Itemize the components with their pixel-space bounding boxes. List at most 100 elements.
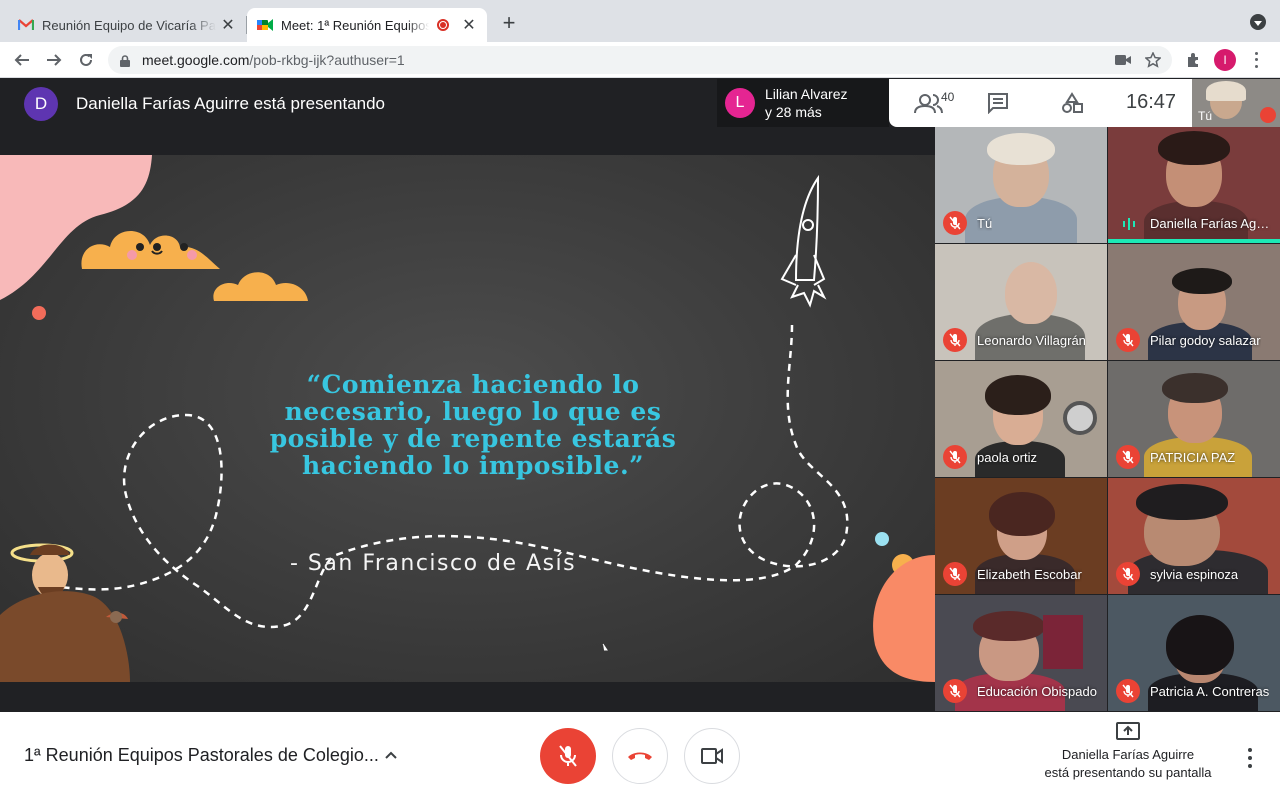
self-preview-label: Tú xyxy=(1198,109,1213,123)
participant-video-hair xyxy=(1136,484,1228,520)
url-path: /pob-rkbg-ijk?authuser=1 xyxy=(249,52,405,68)
presenting-status-line2: está presentando su pantalla xyxy=(1044,765,1212,780)
participants-preview[interactable]: L Lilian Alvarez y 28 más xyxy=(717,79,889,127)
participant-name: Educación Obispado xyxy=(977,684,1097,699)
mic-off-icon xyxy=(1260,107,1276,123)
tab-gmail[interactable]: Reunión Equipo de Vicaría Pastoral ✕ xyxy=(8,8,246,42)
participant-video-hair xyxy=(989,492,1055,536)
participant-video-hair xyxy=(1166,615,1234,675)
extensions-icon[interactable] xyxy=(1184,50,1204,70)
participant-name: Leonardo Villagrán xyxy=(977,333,1086,348)
camera-icon xyxy=(701,748,723,764)
cloud-icon xyxy=(81,230,220,269)
participants-preview-line2: y 28 más xyxy=(765,104,822,120)
participant-tile[interactable]: Educación Obispado xyxy=(935,595,1107,711)
self-preview-hair xyxy=(1206,81,1246,101)
meeting-clock: 16:47 xyxy=(1126,91,1177,113)
rocket-icon xyxy=(780,174,827,308)
tab-search-icon[interactable] xyxy=(1250,14,1266,30)
participant-count: 40 xyxy=(941,90,955,104)
slide-author: - San Francisco de Asís xyxy=(290,551,577,576)
bookmark-star-icon[interactable] xyxy=(1144,51,1162,69)
participant-name: paola ortiz xyxy=(977,450,1037,465)
browser-tabstrip: Reunión Equipo de Vicaría Pastoral ✕ Mee… xyxy=(0,0,1280,42)
mic-off-icon xyxy=(943,679,967,703)
participant-video-hair xyxy=(985,375,1051,415)
end-call-button[interactable] xyxy=(612,728,668,784)
mic-off-icon xyxy=(1116,562,1140,586)
mic-off-icon xyxy=(1116,679,1140,703)
mic-off-icon xyxy=(559,745,577,767)
url-text: meet.google.com/pob-rkbg-ijk?authuser=1 xyxy=(142,52,405,68)
meeting-title[interactable]: 1ª Reunión Equipos Pastorales de Colegio… xyxy=(24,745,379,766)
participant-name: PATRICIA PAZ xyxy=(1150,450,1236,465)
meeting-bottom-bar: 1ª Reunión Equipos Pastorales de Colegio… xyxy=(0,712,1280,800)
participants-preview-line1: Lilian Alvarez xyxy=(765,86,848,102)
present-screen-icon xyxy=(1116,722,1140,740)
camera-in-use-icon[interactable] xyxy=(1114,51,1132,69)
cloud-icon xyxy=(213,272,308,301)
participant-tile[interactable]: sylvia espinoza xyxy=(1108,478,1280,594)
wall-clock-background xyxy=(1063,401,1097,435)
tab-title: Meet: 1ª Reunión Equipos Pastorales xyxy=(281,17,429,33)
participant-name: Daniella Farías Aguirre xyxy=(1150,216,1275,231)
participant-tile[interactable]: Tú xyxy=(935,127,1107,243)
active-speaker-bar xyxy=(1108,239,1280,243)
presenter-text: Daniella Farías Aguirre está presentando xyxy=(76,94,386,113)
speaking-indicator-icon xyxy=(1122,217,1136,231)
slide-quote: “Comienza haciendo lo necesario, luego l… xyxy=(269,370,677,480)
mic-off-icon xyxy=(1116,445,1140,469)
address-bar[interactable]: meet.google.com/pob-rkbg-ijk?authuser=1 xyxy=(108,46,1172,74)
participant-tile[interactable]: PATRICIA PAZ xyxy=(1108,361,1280,477)
participant-name: Elizabeth Escobar xyxy=(977,567,1082,582)
people-button[interactable]: 40 xyxy=(913,90,955,115)
participant-name: Pilar godoy salazar xyxy=(1150,333,1261,348)
lock-icon[interactable] xyxy=(120,54,130,67)
participant-tile[interactable]: Patricia A. Contreras xyxy=(1108,595,1280,711)
recording-icon xyxy=(437,19,449,31)
more-options-icon[interactable] xyxy=(1246,748,1254,768)
hang-up-icon xyxy=(628,752,652,760)
camera-toggle-button[interactable] xyxy=(684,728,740,784)
chat-icon[interactable] xyxy=(987,91,1009,115)
browser-menu-icon[interactable] xyxy=(1252,50,1260,70)
participant-name: Tú xyxy=(977,216,993,231)
gmail-icon xyxy=(18,17,34,33)
tab-title: Reunión Equipo de Vicaría Pastoral xyxy=(42,17,216,33)
participant-tile[interactable]: Elizabeth Escobar xyxy=(935,478,1107,594)
presenter-avatar: D xyxy=(24,87,58,121)
participant-tile[interactable]: Leonardo Villagrán xyxy=(935,244,1107,360)
close-tab-icon[interactable]: ✕ xyxy=(220,15,236,35)
mic-off-icon xyxy=(1116,328,1140,352)
browser-toolbar: meet.google.com/pob-rkbg-ijk?authuser=1 … xyxy=(0,42,1280,78)
mic-off-icon xyxy=(943,445,967,469)
mic-off-icon xyxy=(943,328,967,352)
wall-picture-background xyxy=(1043,615,1083,669)
mic-off-icon xyxy=(943,562,967,586)
activities-icon[interactable] xyxy=(1061,91,1083,115)
participant-video-face xyxy=(1005,262,1057,324)
back-button[interactable] xyxy=(10,48,34,72)
participant-tile[interactable]: Daniella Farías Aguirre xyxy=(1108,127,1280,243)
mic-off-icon xyxy=(943,211,967,235)
participant-video-hair xyxy=(987,133,1055,165)
participant-video-hair xyxy=(1158,131,1230,165)
self-preview[interactable]: Tú xyxy=(1192,79,1280,127)
forward-button[interactable] xyxy=(42,48,66,72)
presenting-status[interactable]: Daniella Farías Aguirre está presentando… xyxy=(1035,722,1221,782)
meet-icon xyxy=(257,17,273,33)
participant-tile[interactable]: paola ortiz xyxy=(935,361,1107,477)
participant-tile[interactable]: Pilar godoy salazar xyxy=(1108,244,1280,360)
profile-avatar[interactable]: I xyxy=(1214,49,1236,71)
participant-name: Patricia A. Contreras xyxy=(1150,684,1270,699)
close-tab-icon[interactable]: ✕ xyxy=(461,15,477,35)
saint-francis-illustration xyxy=(0,543,130,682)
participants-preview-text: Lilian Alvarez y 28 más xyxy=(765,85,848,121)
chevron-up-icon[interactable] xyxy=(384,748,398,762)
mic-toggle-button[interactable] xyxy=(540,728,596,784)
new-tab-button[interactable]: + xyxy=(498,12,520,34)
tab-meet[interactable]: Meet: 1ª Reunión Equipos Pastorales ✕ xyxy=(247,8,487,42)
reload-button[interactable] xyxy=(74,48,98,72)
presentation-slide: “Comienza haciendo lo necesario, luego l… xyxy=(0,155,935,682)
meeting-top-controls: 40 16:47 xyxy=(889,79,1192,127)
